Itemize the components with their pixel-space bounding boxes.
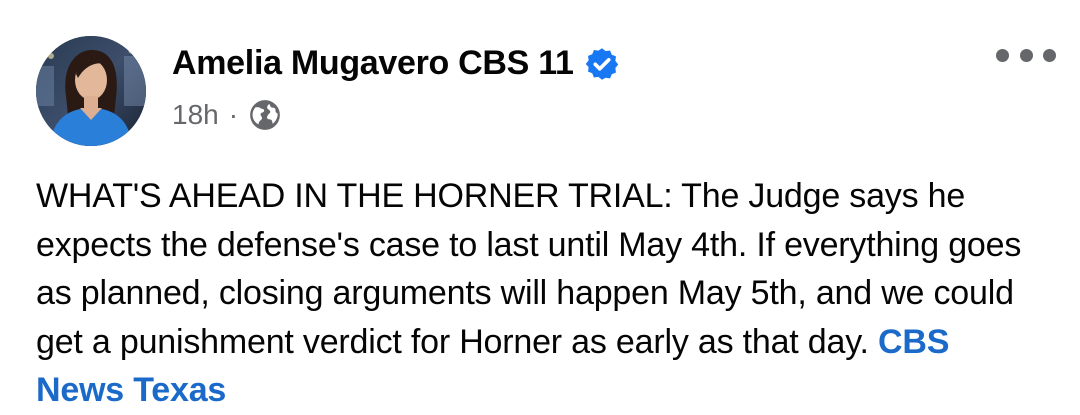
- post-text: WHAT'S AHEAD IN THE HORNER TRIAL: The Ju…: [36, 177, 1022, 361]
- post-meta: 18h ·: [172, 98, 282, 132]
- globe-icon[interactable]: [248, 98, 282, 132]
- more-dot-icon: [996, 48, 1009, 62]
- author-name-text[interactable]: Amelia Mugavero CBS 11: [172, 44, 574, 83]
- more-dot-icon: [1043, 48, 1056, 62]
- verified-badge-icon: [585, 47, 618, 80]
- meta-separator: ·: [228, 99, 239, 130]
- profile-photo: [36, 36, 146, 146]
- facebook-post: Amelia Mugavero CBS 11 18h · WHAT'S AHEA…: [0, 0, 1080, 410]
- avatar[interactable]: [36, 36, 146, 146]
- post-timestamp[interactable]: 18h: [172, 99, 219, 131]
- author-name[interactable]: Amelia Mugavero CBS 11: [172, 44, 620, 83]
- more-dot-icon: [1019, 48, 1033, 62]
- more-options-button[interactable]: [996, 40, 1056, 70]
- post-body: WHAT'S AHEAD IN THE HORNER TRIAL: The Ju…: [36, 172, 1046, 415]
